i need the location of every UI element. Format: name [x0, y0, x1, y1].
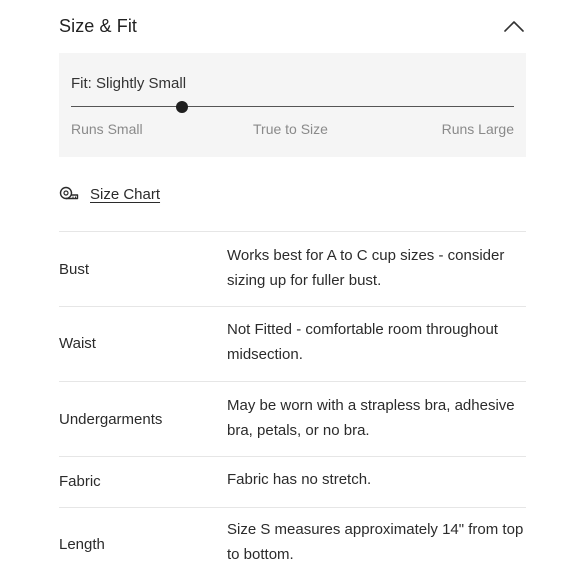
scale-label-true-to-size: True to Size: [253, 121, 328, 137]
spec-value: Fabric has no stretch.: [227, 471, 372, 488]
size-fit-panel: Size & Fit Fit: Slightly Small Runs Smal…: [59, 0, 526, 580]
fit-label: Fit: Slightly Small: [71, 75, 187, 92]
spec-label: Length: [59, 536, 105, 553]
size-fit-header[interactable]: Size & Fit: [59, 14, 526, 40]
spec-label: Undergarments: [59, 411, 163, 428]
fit-indicator: Fit: Slightly Small Runs Small True to S…: [59, 53, 526, 157]
fit-slider-thumb: [175, 101, 188, 113]
spec-value: Size S measures approximately 14" from t…: [227, 521, 524, 563]
fit-slider-track: [71, 106, 514, 107]
scale-label-runs-large: Runs Large: [441, 121, 514, 137]
measuring-tape-icon: [59, 186, 79, 202]
spec-table: Bust Works best for A to C cup sizes - c…: [59, 231, 526, 582]
size-chart-link[interactable]: Size Chart: [59, 184, 160, 204]
scale-label-runs-small: Runs Small: [71, 121, 143, 137]
spec-row-length: Length Size S measures approximately 14"…: [59, 507, 526, 582]
spec-label: Bust: [59, 261, 90, 278]
spec-value: May be worn with a strapless bra, adhesi…: [227, 397, 515, 439]
size-chart-label[interactable]: Size Chart: [90, 186, 160, 203]
spec-row-bust: Bust Works best for A to C cup sizes - c…: [59, 231, 526, 306]
chevron-up-icon[interactable]: [502, 14, 526, 38]
section-title: Size & Fit: [59, 16, 138, 36]
spec-row-undergarments: Undergarments May be worn with a straple…: [59, 381, 526, 456]
spec-row-fabric: Fabric Fabric has no stretch.: [59, 456, 526, 507]
spec-row-waist: Waist Not Fitted - comfortable room thro…: [59, 306, 526, 381]
spec-value: Works best for A to C cup sizes - consid…: [227, 247, 505, 289]
spec-label: Waist: [59, 335, 96, 352]
spec-value: Not Fitted - comfortable room throughout…: [227, 321, 498, 363]
spec-label: Fabric: [59, 473, 101, 490]
